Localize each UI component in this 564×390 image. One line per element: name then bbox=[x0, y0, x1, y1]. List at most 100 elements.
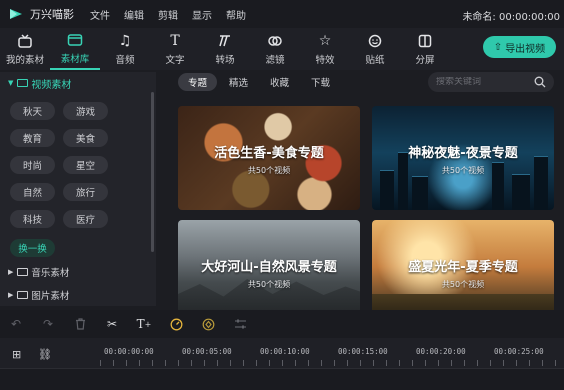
menu-file[interactable]: 文件 bbox=[90, 7, 110, 22]
tool-label: 转场 bbox=[215, 55, 235, 66]
tool-filter[interactable]: 滤镜 bbox=[250, 28, 300, 70]
card-title: 神秘夜魅-夜景专题 bbox=[408, 146, 518, 161]
card-caption: 大好河山-自然风景专题 共50个视频 bbox=[178, 256, 360, 290]
redo-icon[interactable]: ↷ bbox=[32, 310, 64, 338]
adjust-sliders-icon[interactable] bbox=[224, 310, 256, 338]
tag-chip[interactable]: 秋天 bbox=[10, 102, 55, 120]
tool-label: 音频 bbox=[115, 55, 135, 66]
add-text-icon[interactable]: T + bbox=[128, 310, 160, 338]
tag-chip[interactable]: 游戏 bbox=[63, 102, 108, 120]
tool-text[interactable]: T 文字 bbox=[150, 28, 200, 70]
tool-transition[interactable]: 转场 bbox=[200, 28, 250, 70]
search-box bbox=[428, 72, 554, 92]
card-title: 活色生香-美食专题 bbox=[214, 146, 324, 161]
main-toolbar: 我的素材 素材库 ♫ 音频 T 文字 转场 滤镜 ☆ 特效 贴纸 分屏 ⇧ 导出… bbox=[0, 28, 564, 70]
menu-clip[interactable]: 剪辑 bbox=[158, 7, 178, 22]
menu-edit[interactable]: 编辑 bbox=[124, 7, 144, 22]
time-label: 00:00:05:00 bbox=[182, 347, 232, 356]
topic-card-landscape[interactable]: 大好河山-自然风景专题 共50个视频 bbox=[178, 220, 360, 324]
delete-trash-icon[interactable] bbox=[64, 310, 96, 338]
menu-view[interactable]: 显示 bbox=[192, 7, 212, 22]
tool-audio[interactable]: ♫ 音频 bbox=[100, 28, 150, 70]
tool-label: 滤镜 bbox=[265, 55, 285, 66]
tool-label: 贴纸 bbox=[365, 55, 385, 66]
sidebar-scrollbar[interactable] bbox=[151, 92, 154, 252]
card-caption: 神秘夜魅-夜景专题 共50个视频 bbox=[372, 142, 554, 176]
tag-chip[interactable]: 星空 bbox=[63, 156, 108, 174]
tag-chip[interactable]: 旅行 bbox=[63, 183, 108, 201]
cut-scissors-icon[interactable]: ✂ bbox=[96, 310, 128, 338]
project-name-time: 未命名: 00:00:00:00 bbox=[462, 12, 560, 23]
tab-downloads[interactable]: 下载 bbox=[301, 73, 340, 91]
speed-icon[interactable] bbox=[160, 310, 192, 338]
edit-toolbar: ↶ ↷ ✂ T + bbox=[0, 310, 564, 338]
search-input[interactable] bbox=[436, 77, 526, 87]
caret-right-icon: ▶ bbox=[8, 291, 14, 299]
filter-icon bbox=[267, 32, 283, 50]
topic-card-summer[interactable]: 盛夏光年-夏季专题 共50个视频 bbox=[372, 220, 554, 324]
search-icon[interactable] bbox=[534, 76, 546, 88]
time-label: 00:00:00:00 bbox=[104, 347, 154, 356]
time-label: 00:00:20:00 bbox=[416, 347, 466, 356]
library-tabs: 专题 精选 收藏 下载 bbox=[178, 73, 342, 91]
tool-sticker[interactable]: 贴纸 bbox=[350, 28, 400, 70]
folder-icon bbox=[17, 268, 29, 276]
effects-star-icon: ☆ bbox=[318, 33, 332, 49]
tool-split-screen[interactable]: 分屏 bbox=[400, 28, 450, 70]
tag-chip[interactable]: 教育 bbox=[10, 129, 55, 147]
time-label: 00:00:15:00 bbox=[338, 347, 388, 356]
app-logo-icon bbox=[8, 6, 24, 22]
sidebar-section-music[interactable]: ▶ 音乐素材 bbox=[8, 265, 69, 279]
card-title: 盛夏光年-夏季专题 bbox=[408, 260, 518, 275]
tool-label: 特效 bbox=[315, 55, 335, 66]
card-title: 大好河山-自然风景专题 bbox=[201, 260, 337, 275]
tag-chip[interactable]: 自然 bbox=[10, 183, 55, 201]
app-title: 万兴喵影 bbox=[30, 8, 74, 21]
export-video-button[interactable]: ⇧ 导出视频 bbox=[483, 36, 556, 58]
sidebar: ▼ 视频素材 秋天 游戏 教育 美食 时尚 星空 自然 旅行 科技 医疗 换一换… bbox=[0, 72, 156, 306]
transition-icon bbox=[218, 32, 232, 50]
tool-label: 文字 bbox=[165, 55, 185, 66]
caret-right-icon: ▶ bbox=[8, 268, 14, 276]
card-count: 共50个视频 bbox=[441, 280, 485, 289]
switch-tags-button[interactable]: 换一换 bbox=[10, 239, 55, 257]
tool-label: 我的素材 bbox=[5, 55, 44, 66]
tag-chip[interactable]: 美食 bbox=[63, 129, 108, 147]
link-icon[interactable]: ⛓ bbox=[38, 348, 52, 361]
topic-card-night[interactable]: 神秘夜魅-夜景专题 共50个视频 bbox=[372, 106, 554, 210]
tool-effects[interactable]: ☆ 特效 bbox=[300, 28, 350, 70]
tool-my-media[interactable]: 我的素材 bbox=[0, 28, 50, 70]
topic-card-food[interactable]: 活色生香-美食专题 共50个视频 bbox=[178, 106, 360, 210]
folder-icon bbox=[67, 31, 83, 49]
menu-help[interactable]: 帮助 bbox=[226, 7, 246, 22]
time-label: 00:00:25:00 bbox=[494, 347, 544, 356]
building-shape bbox=[512, 174, 530, 210]
ruler-ticks bbox=[100, 360, 564, 366]
tool-media-library[interactable]: 素材库 bbox=[50, 28, 100, 70]
tag-chip[interactable]: 时尚 bbox=[10, 156, 55, 174]
tab-topics[interactable]: 专题 bbox=[178, 73, 218, 91]
tab-favorites[interactable]: 收藏 bbox=[260, 73, 299, 91]
split-screen-icon bbox=[418, 32, 432, 50]
undo-icon[interactable]: ↶ bbox=[0, 310, 32, 338]
upload-icon: ⇧ bbox=[493, 41, 503, 53]
card-caption: 活色生香-美食专题 共50个视频 bbox=[178, 142, 360, 176]
text-t-icon: T bbox=[170, 33, 180, 49]
sidebar-section-video[interactable]: ▼ 视频素材 bbox=[0, 72, 156, 94]
timeline: ⊞ ⛓ 00:00:00:00 00:00:05:00 00:00:10:00 … bbox=[0, 338, 564, 390]
tool-label: 分屏 bbox=[415, 55, 435, 66]
tag-chip[interactable]: 医疗 bbox=[63, 210, 108, 228]
building-shape bbox=[380, 170, 394, 210]
sticker-face-icon bbox=[368, 32, 382, 50]
tag-chip[interactable]: 科技 bbox=[10, 210, 55, 228]
music-note-icon: ♫ bbox=[118, 33, 132, 49]
sidebar-section-images[interactable]: ▶ 图片素材 bbox=[8, 288, 69, 302]
add-track-icon[interactable]: ⊞ bbox=[12, 348, 21, 361]
sidebar-section-label: 视频素材 bbox=[31, 79, 72, 91]
tool-label: 素材库 bbox=[60, 54, 90, 65]
card-count: 共50个视频 bbox=[247, 280, 291, 289]
tab-featured[interactable]: 精选 bbox=[219, 73, 258, 91]
media-library-panel: 专题 精选 收藏 下载 活色生香-美食专题 共50个视频 神秘夜魅-夜景专题 共… bbox=[160, 72, 564, 324]
timeline-track[interactable] bbox=[0, 368, 564, 390]
keyframe-icon[interactable] bbox=[192, 310, 224, 338]
